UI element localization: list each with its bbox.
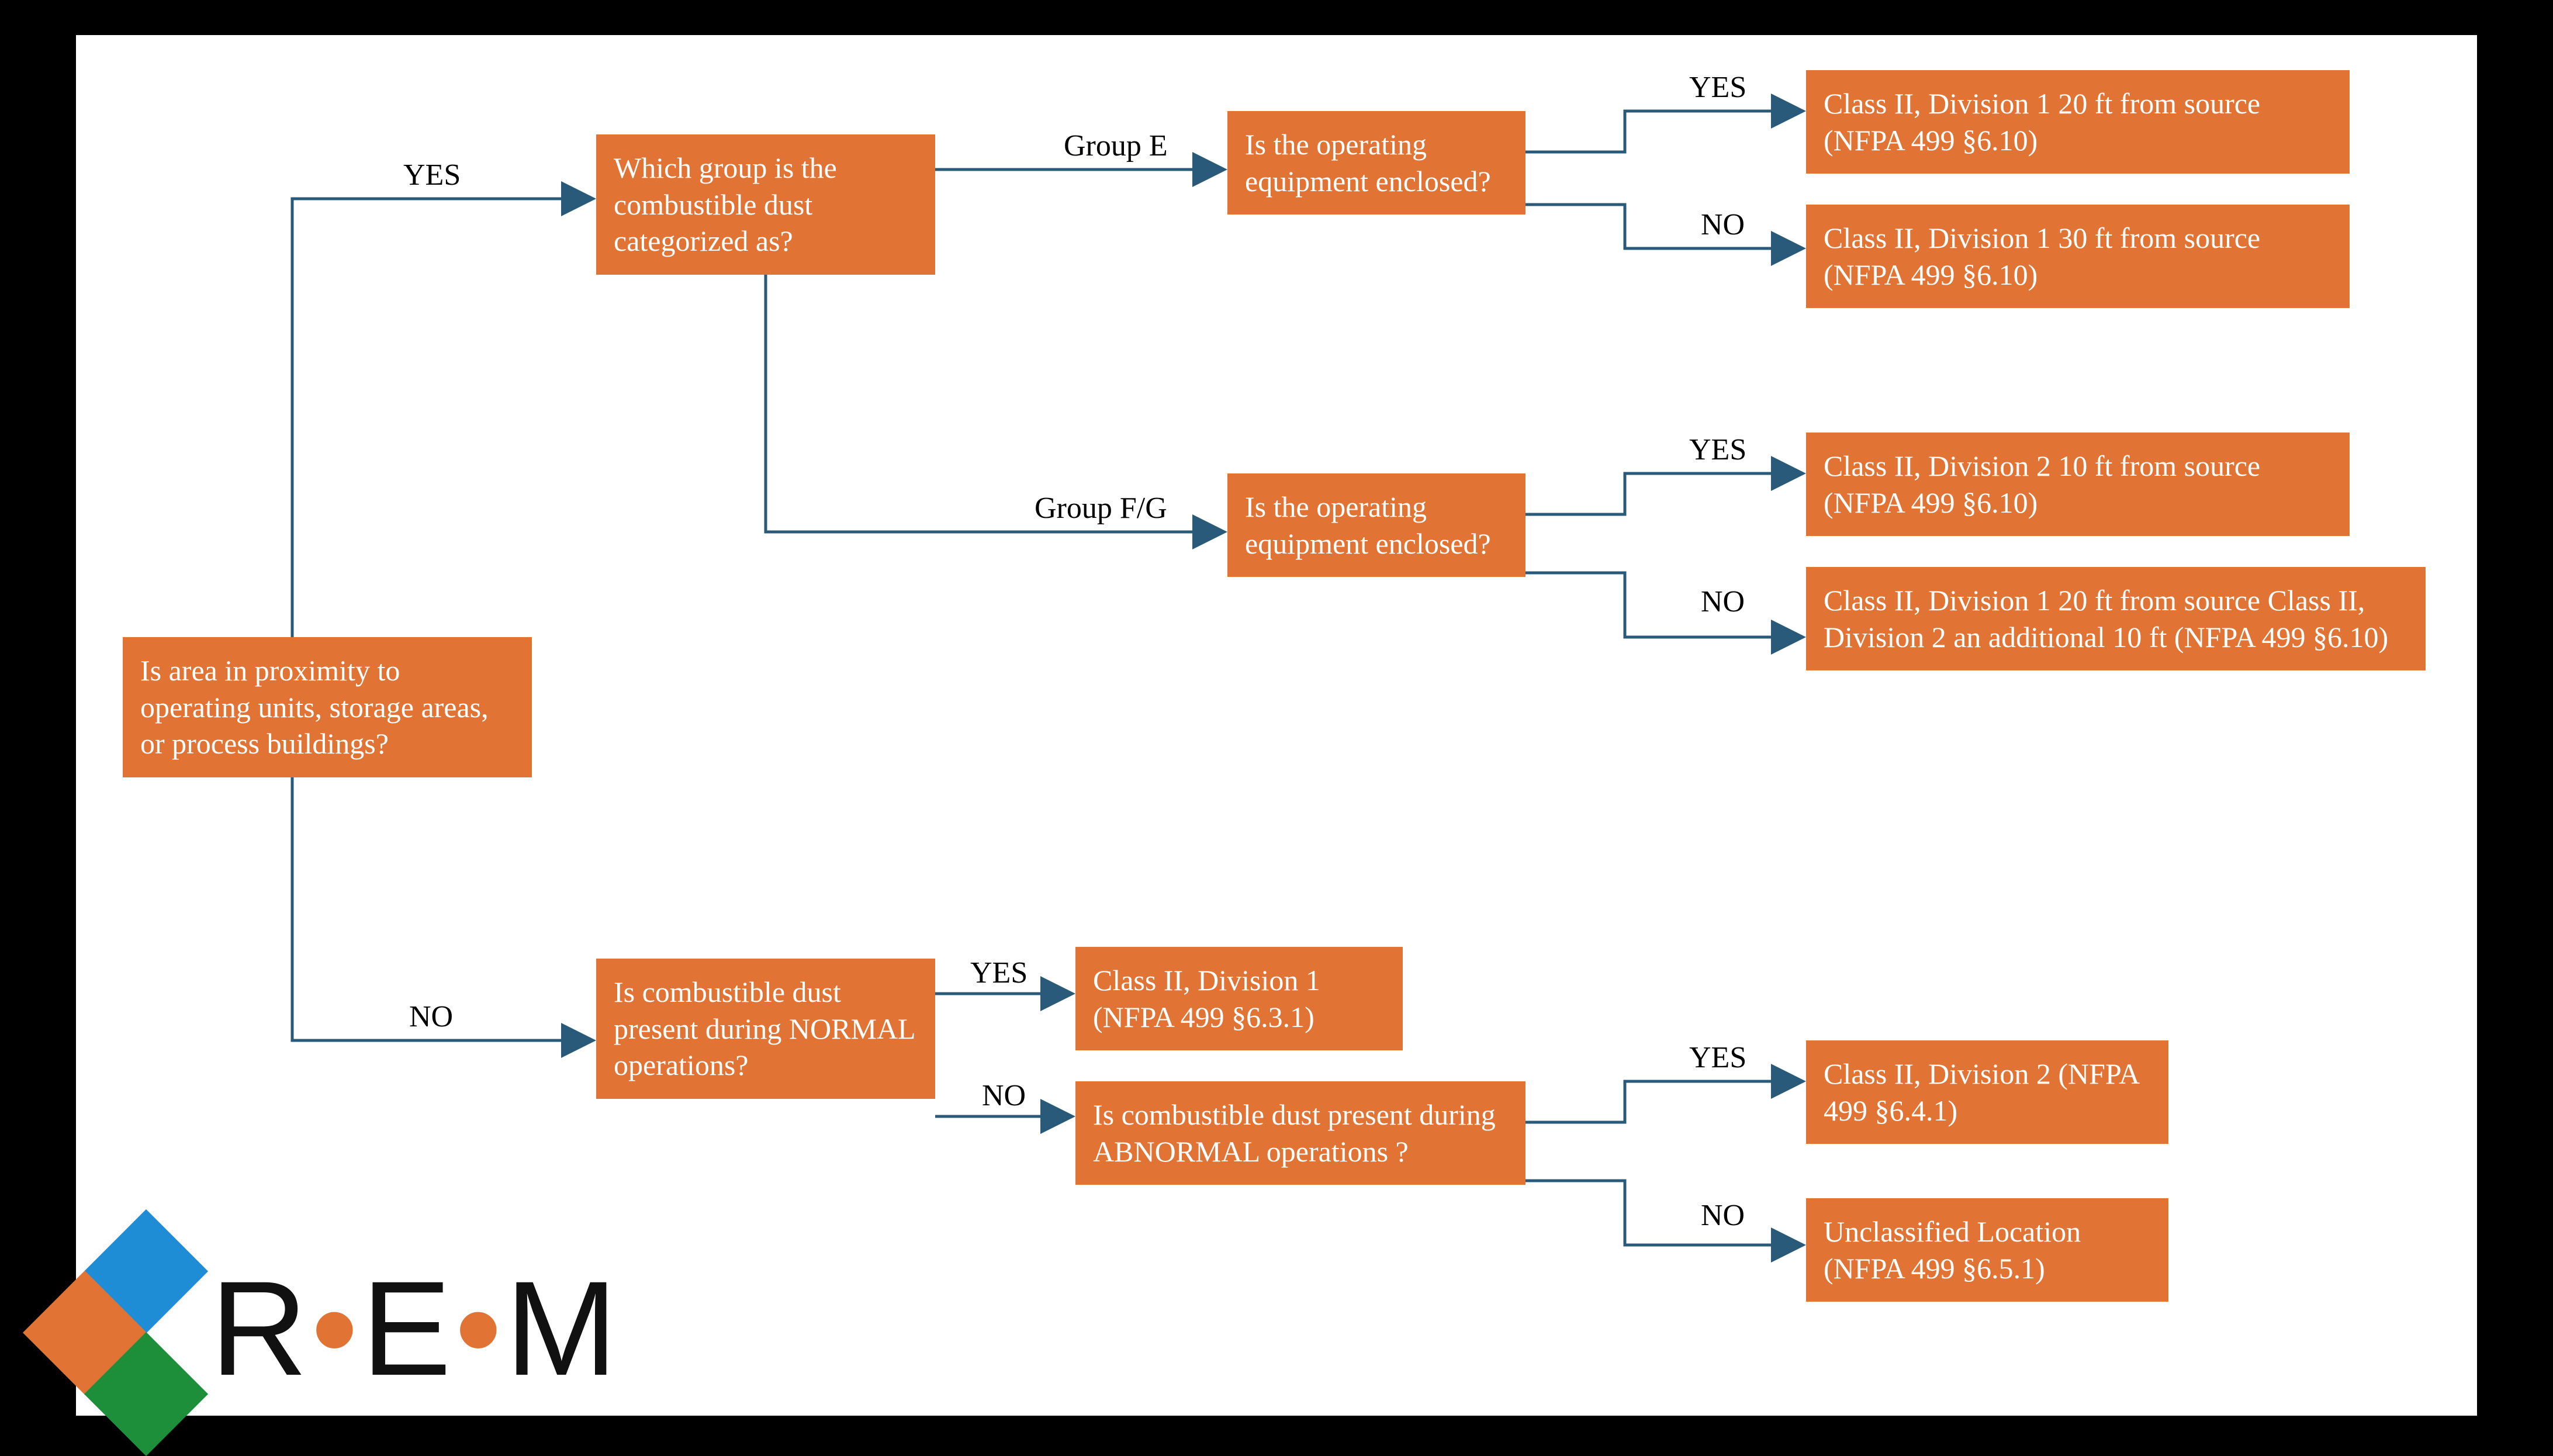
node-enclosed-e-question: Is the operating equipment enclosed? [1227, 111, 1525, 215]
node-result-e-no: Class II, Division 1 30 ft from source (… [1806, 205, 2350, 308]
node-result-normal-yes: Class II, Division 1 (NFPA 499 §6.3.1) [1075, 947, 1403, 1050]
node-root-question: Is area in proximity to operating units,… [123, 637, 532, 777]
node-abnormal-question: Is combustible dust present during ABNOR… [1075, 1081, 1525, 1185]
node-result-abnormal-no: Unclassified Location (NFPA 499 §6.5.1) [1806, 1198, 2168, 1302]
edge-label-yes: YES [1689, 1040, 1746, 1075]
edge-label-group-fg: Group F/G [1035, 491, 1167, 525]
node-result-fg-no: Class II, Division 1 20 ft from source C… [1806, 567, 2426, 670]
edge-label-no: NO [1701, 585, 1745, 619]
node-enclosed-fg-question: Is the operating equipment enclosed? [1227, 473, 1525, 577]
flowchart-frame: Is area in proximity to operating units,… [76, 35, 2477, 1416]
logo-e: E [362, 1253, 455, 1403]
node-result-abnormal-yes: Class II, Division 2 (NFPA 499 §6.4.1) [1806, 1040, 2168, 1144]
node-group-question: Which group is the combustible dust cate… [596, 134, 935, 275]
node-result-fg-yes: Class II, Division 2 10 ft from source (… [1806, 433, 2350, 536]
logo-dot: • [455, 1253, 506, 1403]
edge-label-no: NO [409, 1000, 453, 1034]
edge-label-no: NO [1701, 1198, 1745, 1233]
logo-r: R [210, 1253, 311, 1403]
logo-dot: • [311, 1253, 362, 1403]
edge-label-group-e: Group E [1064, 129, 1168, 163]
node-normal-question: Is combustible dust present during NORMA… [596, 959, 935, 1099]
rem-logo: R•E•M [23, 1222, 725, 1415]
edge-label-yes: YES [1689, 70, 1746, 105]
logo-text: R•E•M [210, 1251, 621, 1406]
edge-label-no: NO [1701, 207, 1745, 242]
edge-label-no: NO [982, 1078, 1026, 1113]
node-result-e-yes: Class II, Division 1 20 ft from source (… [1806, 70, 2350, 174]
edge-label-yes: YES [970, 956, 1028, 990]
edge-label-yes: YES [1689, 433, 1746, 467]
edge-label-yes: YES [403, 158, 461, 192]
logo-m: M [506, 1253, 621, 1403]
